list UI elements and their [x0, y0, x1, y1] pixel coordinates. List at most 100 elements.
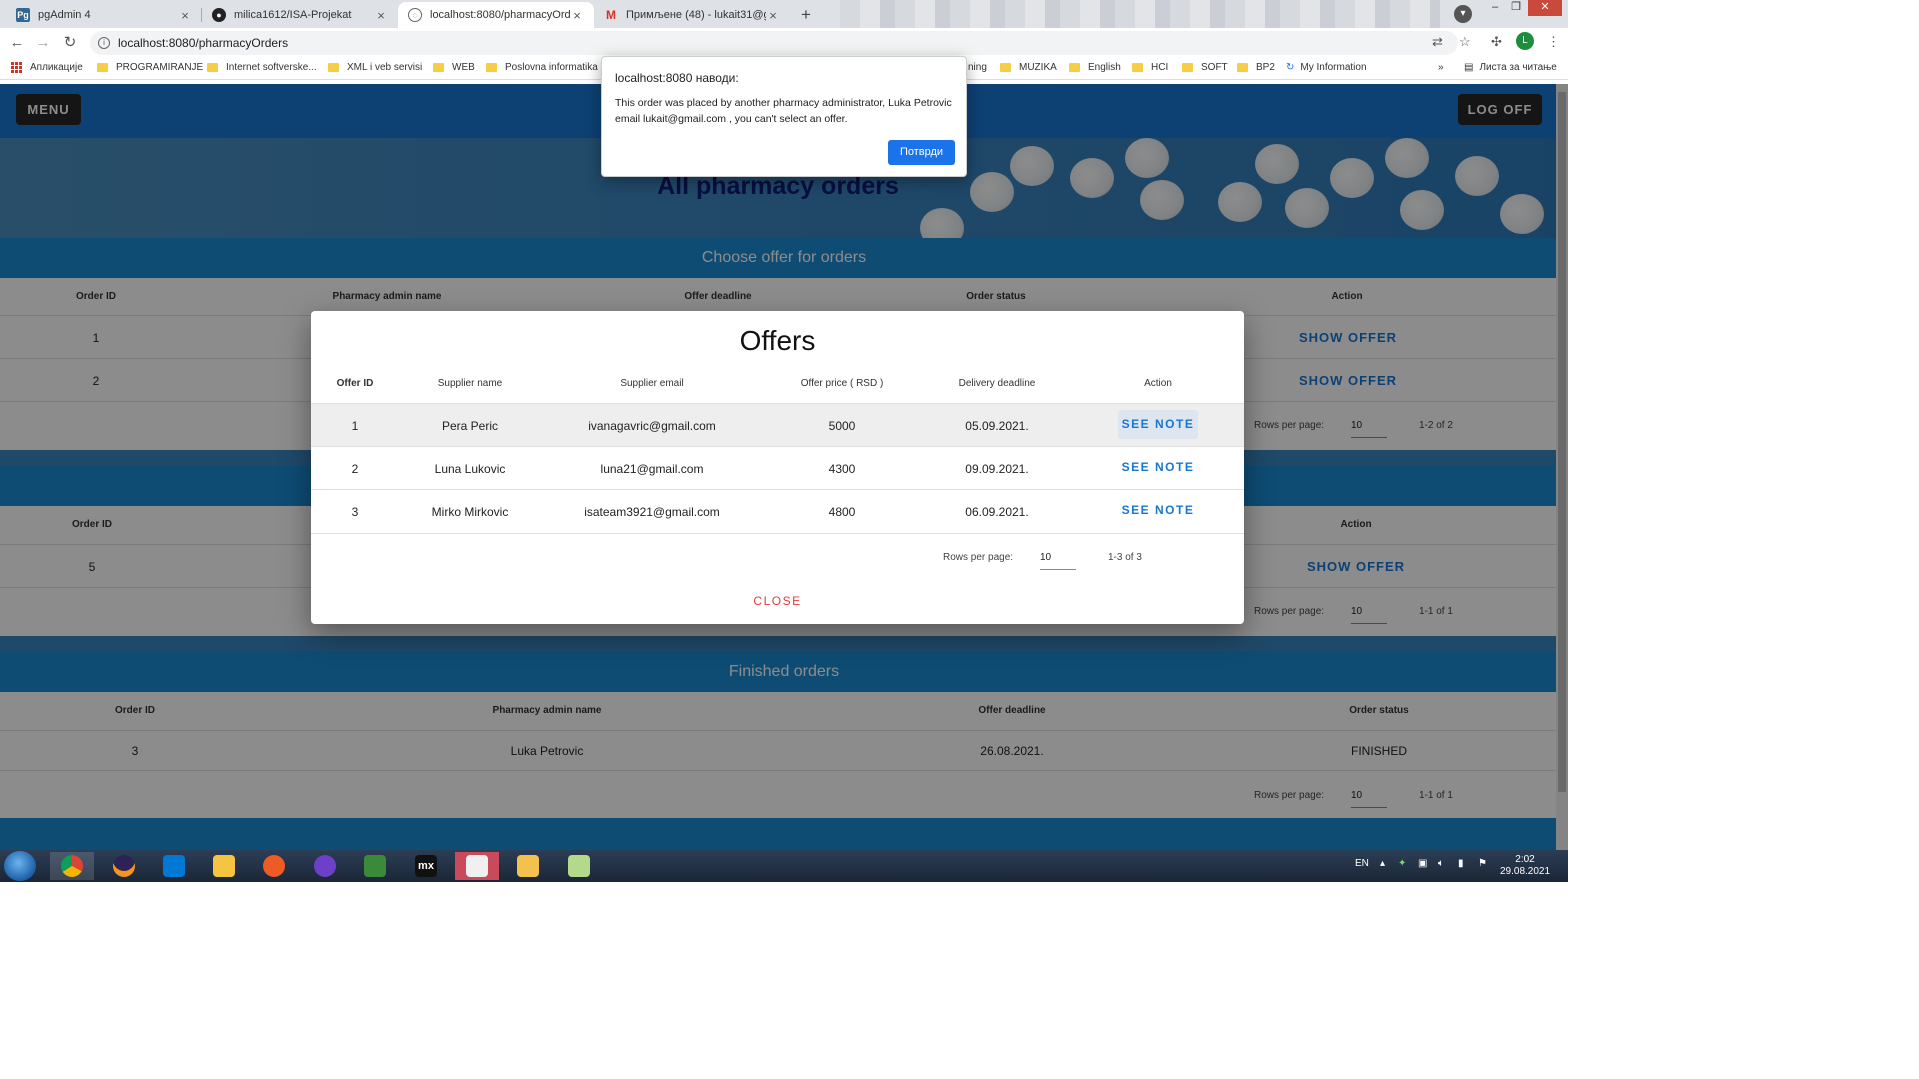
browser-tab-strip: Pg pgAdmin 4 × ● milica1612/ISA-Projekat… [0, 0, 1568, 28]
alert-message: This order was placed by another pharmac… [615, 97, 952, 125]
bookmark-folder[interactable]: Internet softverske... [207, 62, 317, 73]
close-tab-icon[interactable]: × [766, 8, 780, 23]
reading-list-icon: ▤ [1464, 62, 1474, 73]
offer-row[interactable]: 3 Mirko Mirkovic isateam3921@gmail.com 4… [311, 489, 1244, 532]
taskbar-snipping[interactable] [455, 852, 499, 880]
taskbar-clock[interactable]: 2:02 29.08.2021 [1500, 854, 1550, 878]
offer-id: 1 [351, 419, 359, 433]
volume-icon[interactable]: 🔈︎ [1438, 858, 1444, 869]
bookmarks-overflow-button[interactable]: » [1438, 62, 1444, 73]
extensions-icon[interactable]: ✣ [1491, 34, 1502, 50]
taskbar-postman[interactable] [252, 852, 296, 880]
bookmark-folder[interactable]: Poslovna informatika [486, 62, 598, 73]
folder-icon [1237, 63, 1248, 72]
delivery-deadline: 05.09.2021. [965, 419, 1029, 433]
alert-title: localhost:8080 наводи: [615, 71, 739, 85]
bookmark-folder[interactable]: HCI [1132, 62, 1168, 73]
tray-app-icon[interactable]: ✦ [1398, 858, 1406, 869]
profile-avatar[interactable]: L [1516, 32, 1534, 50]
taskbar-sticky-notes[interactable] [557, 852, 601, 880]
column-header[interactable]: Supplier name [410, 378, 530, 389]
see-note-button[interactable]: SEE NOTE [1118, 453, 1198, 482]
tray-overflow-icon[interactable]: ▴ [1380, 858, 1385, 869]
bookmark-folder[interactable]: MUZIKA [1000, 62, 1057, 73]
bookmark-label: BP2 [1256, 62, 1275, 73]
more-menu-icon[interactable]: ⋮ [1547, 34, 1560, 50]
reading-list-button[interactable]: ▤ Листа за читање [1464, 62, 1557, 73]
windows-taskbar: mx EN ▴ ✦ ▣ 🔈︎ ▮ ⚑ 2:02 29.08.2021 [0, 850, 1568, 882]
taskbar-chrome[interactable] [50, 852, 94, 880]
back-icon[interactable]: ← [7, 33, 27, 53]
column-header[interactable]: Offer ID [315, 378, 395, 389]
start-button[interactable] [4, 851, 36, 881]
network-icon[interactable]: ▮ [1458, 858, 1464, 869]
column-header[interactable]: Supplier email [572, 378, 732, 389]
close-tab-icon[interactable]: × [374, 8, 388, 23]
taskbar-github-desktop[interactable] [303, 852, 347, 880]
column-header[interactable]: Action [1108, 378, 1208, 389]
taskbar-mail[interactable] [506, 852, 550, 880]
address-bar[interactable]: i localhost:8080/pharmacyOrders [90, 31, 1458, 55]
address-url[interactable]: localhost:8080/pharmacyOrders [118, 36, 288, 50]
forward-icon[interactable]: → [33, 33, 53, 53]
bookmark-folder[interactable]: SOFT [1182, 62, 1228, 73]
input-language[interactable]: EN [1355, 858, 1369, 869]
tab-title: pgAdmin 4 [38, 9, 91, 21]
tab-gmail[interactable]: M Примљене (48) - lukait31@gmai × [594, 2, 790, 28]
taskbar-vscode[interactable] [152, 852, 196, 880]
bookmark-my-information[interactable]: ↻ My Information [1286, 62, 1367, 73]
profile-dropdown-icon[interactable]: ▾ [1454, 5, 1472, 23]
minimize-window-icon[interactable]: – [1486, 0, 1504, 16]
action-center-flag-icon[interactable]: ⚑ [1478, 858, 1487, 869]
close-tab-icon[interactable]: × [178, 8, 192, 23]
tray-device-icon[interactable]: ▣ [1418, 858, 1427, 869]
close-window-icon[interactable]: ✕ [1528, 0, 1562, 16]
bookmark-folder[interactable]: BP2 [1237, 62, 1275, 73]
offer-row[interactable]: 2 Luna Lukovic luna21@gmail.com 4300 09.… [311, 446, 1244, 489]
delivery-deadline: 09.09.2021. [965, 462, 1029, 476]
scissors-icon [466, 855, 488, 877]
folder-icon [213, 855, 235, 877]
offer-id: 2 [351, 462, 359, 476]
taskbar-eclipse[interactable] [102, 852, 146, 880]
site-info-icon[interactable]: i [98, 37, 110, 49]
taskbar-app[interactable] [353, 852, 397, 880]
bookmark-folder[interactable]: XML i veb servisi [328, 62, 422, 73]
github-icon: ● [212, 8, 226, 22]
tab-pgadmin[interactable]: Pg pgAdmin 4 × [6, 2, 202, 28]
reload-icon[interactable]: ↻ [60, 33, 80, 53]
offer-row[interactable]: 1 Pera Peric ivanagavric@gmail.com 5000 … [311, 403, 1244, 446]
close-tab-icon[interactable]: × [570, 8, 584, 23]
supplier-name: Mirko Mirkovic [431, 505, 509, 519]
row-divider [311, 533, 1244, 534]
globe-icon: ◌ [408, 8, 422, 22]
pgadmin-icon: Pg [16, 8, 30, 22]
bookmark-star-icon[interactable]: ☆ [1459, 34, 1471, 50]
github-desktop-icon [314, 855, 336, 877]
bookmark-apps[interactable]: Апликације [11, 62, 83, 73]
bookmark-folder[interactable]: PROGRAMIRANJE [97, 62, 203, 73]
bookmark-folder[interactable]: English [1069, 62, 1121, 73]
rows-per-page-select[interactable]: 10 [1040, 552, 1076, 570]
translate-icon[interactable]: ⇄ [1432, 34, 1443, 50]
offer-price: 4300 [828, 462, 856, 476]
taskbar-file-explorer[interactable] [202, 852, 246, 880]
new-tab-button[interactable]: + [795, 4, 817, 26]
close-dialog-button[interactable]: CLOSE [311, 594, 1244, 608]
taskbar-mx[interactable]: mx [404, 852, 448, 880]
tab-pharmacy-orders[interactable]: ◌ localhost:8080/pharmacyOrders × [398, 2, 594, 28]
see-note-button[interactable]: SEE NOTE [1118, 410, 1198, 439]
maximize-window-icon[interactable]: ❐ [1507, 0, 1525, 16]
alert-confirm-button[interactable]: Потврди [888, 140, 955, 165]
see-note-button[interactable]: SEE NOTE [1118, 496, 1198, 525]
chrome-icon [61, 855, 83, 877]
vscode-icon [163, 855, 185, 877]
column-header[interactable]: Offer price ( RSD ) [772, 378, 912, 389]
column-header[interactable]: Delivery deadline [927, 378, 1067, 389]
offer-price: 5000 [828, 419, 856, 433]
tab-github[interactable]: ● milica1612/ISA-Projekat × [202, 2, 398, 28]
bookmark-folder[interactable]: ning [968, 62, 987, 73]
pagination-range: 1-3 of 3 [1108, 552, 1142, 563]
clock-time: 2:02 [1515, 854, 1535, 865]
bookmark-folder[interactable]: WEB [433, 62, 475, 73]
